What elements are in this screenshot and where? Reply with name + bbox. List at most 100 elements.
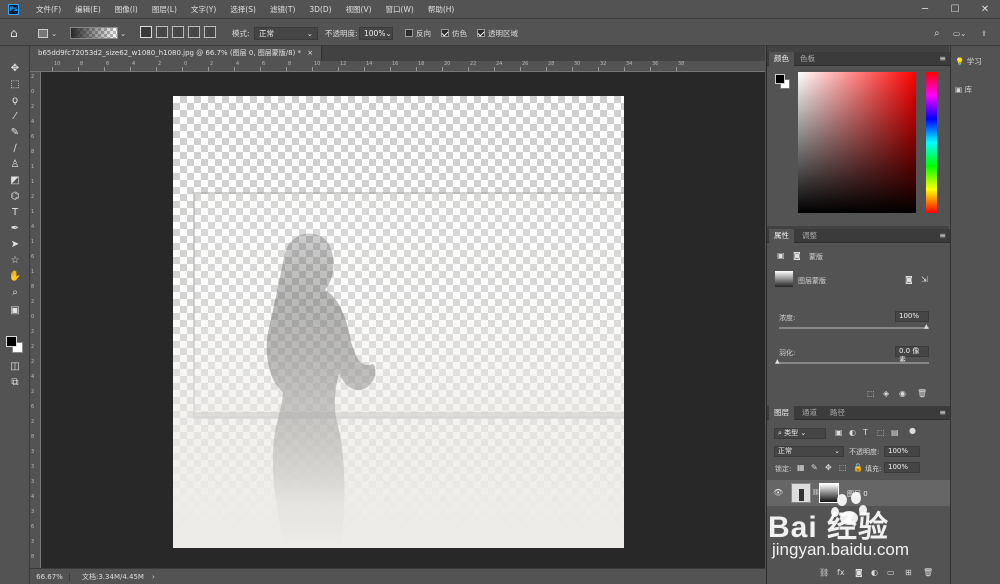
eyedropper-tool-icon[interactable]: ✎ <box>7 126 23 140</box>
blend-mode-select[interactable]: 正常 ⌄ <box>774 446 844 457</box>
marquee-tool-icon[interactable]: ⬚ <box>7 78 23 92</box>
filter-adjustment-icon[interactable]: ◐ <box>849 428 856 438</box>
tab-properties[interactable]: 属性 <box>769 229 794 243</box>
layer-visibility-eye-icon[interactable]: 👁 <box>773 488 783 498</box>
screen-mode-icon[interactable]: ⧉ <box>7 376 23 390</box>
density-input[interactable]: 100% <box>895 311 929 322</box>
maximize-button[interactable]: ☐ <box>940 0 970 19</box>
reverse-checkbox[interactable]: 反向 <box>405 26 431 40</box>
density-slider-handle-icon[interactable]: ▲ <box>924 322 929 332</box>
radial-gradient-button[interactable] <box>156 26 168 38</box>
move-tool-icon[interactable]: ✥ <box>7 62 23 76</box>
fill-input[interactable]: 100% <box>884 462 920 473</box>
tab-layers[interactable]: 图层 <box>769 406 794 420</box>
eraser-tool-icon[interactable]: ◩ <box>7 174 23 188</box>
text-tool-icon[interactable]: T <box>7 206 23 220</box>
tab-color[interactable]: 颜色 <box>769 52 794 66</box>
density-slider[interactable] <box>779 327 929 329</box>
tab-adjustments[interactable]: 调整 <box>797 229 822 243</box>
filter-toggle-icon[interactable]: ● <box>909 426 916 436</box>
library-panel-button[interactable]: ▣ 库 <box>955 84 972 95</box>
layers-menu-icon[interactable]: ≡ <box>939 408 946 418</box>
menu-select[interactable]: 选择(S) <box>223 4 263 15</box>
menu-filter[interactable]: 滤镜(T) <box>263 4 302 15</box>
mode-select[interactable]: 正常 ⌄ <box>254 26 318 40</box>
close-window-button[interactable]: ✕ <box>970 0 1000 19</box>
new-layer-icon[interactable]: ⊞ <box>905 568 912 578</box>
edit-toolbar-icon[interactable]: ▣ <box>7 304 23 318</box>
pixel-mask-icon[interactable]: ▣ <box>777 251 785 261</box>
panel-menu-icon[interactable]: ≡ <box>939 54 946 64</box>
tab-swatches[interactable]: 色板 <box>795 52 820 66</box>
foreground-color-swatch[interactable] <box>6 336 17 347</box>
pen-tool-icon[interactable]: ✒ <box>7 222 23 236</box>
menu-view[interactable]: 视图(V) <box>339 4 379 15</box>
link-layers-icon[interactable]: ⛓ <box>819 568 829 578</box>
color-spectrum-field[interactable] <box>798 72 916 213</box>
layer-filter-select[interactable]: ⌕ 类型 ⌄ <box>774 428 826 439</box>
document-canvas[interactable] <box>173 96 624 548</box>
delete-layer-icon[interactable]: 🗑 <box>923 568 933 578</box>
gradient-tool-preset-icon[interactable]: ⌄ <box>38 26 57 40</box>
tab-paths[interactable]: 路径 <box>825 406 850 420</box>
delete-mask-icon[interactable]: 🗑 <box>917 389 927 399</box>
select-mask-icon[interactable]: ◙ <box>905 275 913 285</box>
menu-help[interactable]: 帮助(H) <box>421 4 462 15</box>
load-selection-icon[interactable]: ⬚ <box>867 389 875 399</box>
linear-gradient-button[interactable] <box>140 26 152 38</box>
layer-name[interactable]: 图层 0 <box>847 489 868 499</box>
color-foreground-swatch[interactable] <box>775 74 785 84</box>
reflected-gradient-button[interactable] <box>188 26 200 38</box>
layer-mask-thumbnail[interactable] <box>819 483 839 503</box>
lock-transparent-icon[interactable]: ▦ <box>797 463 805 473</box>
share-icon[interactable]: ⇪ <box>981 26 987 40</box>
adjustment-layer-icon[interactable]: ◐ <box>871 568 878 578</box>
hand-tool-icon[interactable]: ✋ <box>7 270 23 284</box>
stamp-tool-icon[interactable]: ♙ <box>7 158 23 172</box>
lock-image-icon[interactable]: ✎ <box>811 463 818 473</box>
menu-edit[interactable]: 编辑(E) <box>68 4 108 15</box>
close-tab-icon[interactable]: × <box>307 49 313 57</box>
menu-layer[interactable]: 图层(L) <box>145 4 184 15</box>
quick-select-tool-icon[interactable]: ⁄ <box>7 110 23 124</box>
status-menu-arrow-icon[interactable]: › <box>152 573 155 581</box>
opacity-input[interactable]: 100% ⌄ <box>359 26 393 40</box>
feather-input[interactable]: 0.0 像素 <box>895 346 929 364</box>
workspace-icon[interactable]: ▭⌄ <box>953 26 966 40</box>
dither-checkbox[interactable]: 仿色 <box>441 26 467 40</box>
layer-row[interactable]: 👁 ⛓ 图层 0 <box>767 480 950 506</box>
brush-tool-icon[interactable]: ∕ <box>7 142 23 156</box>
layer-opacity-input[interactable]: 100% <box>884 446 920 457</box>
filter-shape-icon[interactable]: ⬚ <box>877 428 885 438</box>
minimize-button[interactable]: ─ <box>910 0 940 19</box>
shape-tool-icon[interactable]: ☆ <box>7 254 23 268</box>
add-mask-icon[interactable]: ◙ <box>855 568 863 578</box>
menu-image[interactable]: 图像(I) <box>108 4 145 15</box>
apply-mask-button-icon[interactable]: ◈ <box>883 389 889 399</box>
filter-smart-object-icon[interactable]: ▤ <box>891 428 899 438</box>
search-icon[interactable]: ⌕ <box>934 26 940 40</box>
quick-mask-icon[interactable]: ◫ <box>7 360 23 374</box>
angle-gradient-button[interactable] <box>172 26 184 38</box>
lock-position-icon[interactable]: ✥ <box>825 463 832 473</box>
filter-pixel-icon[interactable]: ▣ <box>835 428 843 438</box>
properties-menu-icon[interactable]: ≡ <box>939 231 946 241</box>
zoom-tool-icon[interactable]: ⌕ <box>7 286 23 300</box>
hue-slider[interactable] <box>926 72 937 213</box>
feather-slider[interactable] <box>779 362 929 364</box>
diamond-gradient-button[interactable] <box>204 26 216 38</box>
feather-slider-handle-icon[interactable]: ▲ <box>775 357 780 367</box>
tab-channels[interactable]: 通道 <box>797 406 822 420</box>
lasso-tool-icon[interactable]: ϙ <box>7 94 23 108</box>
menu-window[interactable]: 窗口(W) <box>379 4 421 15</box>
document-tab[interactable]: b65dd9fc72053d2_size62_w1080_h1080.jpg @… <box>30 46 323 61</box>
apply-mask-icon[interactable]: ⇲ <box>921 275 928 285</box>
fx-icon[interactable]: fx <box>837 568 845 578</box>
zoom-level[interactable]: 66.67% <box>30 572 70 581</box>
lock-artboard-icon[interactable]: ⬚ <box>839 463 847 473</box>
learn-panel-button[interactable]: 💡 学习 <box>955 56 982 67</box>
home-icon[interactable]: ⌂ <box>10 26 18 40</box>
vector-mask-icon[interactable]: ◙ <box>793 251 801 261</box>
menu-3d[interactable]: 3D(D) <box>302 5 338 14</box>
path-select-tool-icon[interactable]: ➤ <box>7 238 23 252</box>
